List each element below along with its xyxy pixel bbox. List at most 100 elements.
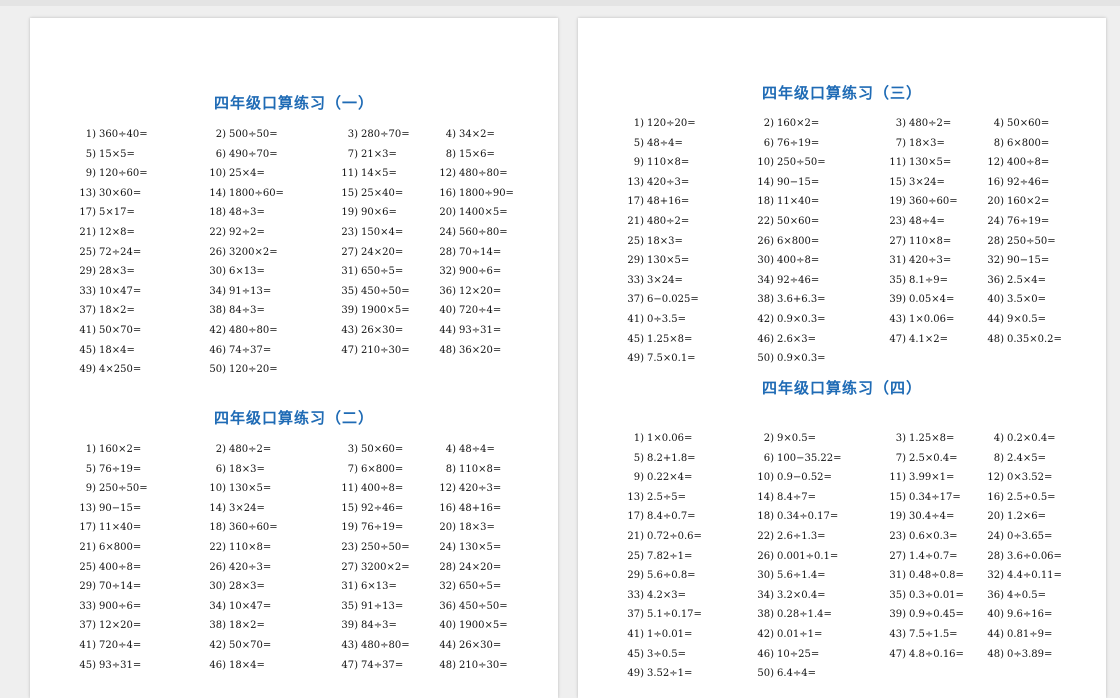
problem-item: 43) 1×0.06= [886, 310, 984, 330]
problem-expression: 6×800= [361, 463, 404, 475]
problem-number: 21) [627, 215, 644, 227]
problem-expression: 400÷8= [777, 255, 820, 267]
problem-number: 16) [439, 187, 456, 199]
problem-number: 41) [627, 628, 644, 640]
problem-item: 48) 36×20= [436, 341, 556, 361]
problem-item: 50) 6.4÷4= [754, 664, 886, 684]
problem-number: 21) [79, 226, 96, 238]
problem-number: 46) [209, 344, 226, 356]
problem-expression: 4÷0.5= [1007, 589, 1047, 601]
problem-item: 47) 4.1×2= [886, 330, 984, 350]
problem-item: 32) 4.4÷0.11= [984, 566, 1104, 586]
problem-expression: 18×3= [229, 463, 265, 475]
problem-expression: 6.4÷4= [777, 668, 817, 680]
problem-number: 40) [439, 305, 456, 317]
problem-expression: 7.82÷1= [647, 550, 693, 562]
problem-number: 20) [987, 511, 1004, 523]
section-title-2: 四年级口算练习（二） [213, 409, 374, 427]
problem-item: 29) 130×5= [624, 251, 754, 271]
problem-number: 2) [763, 118, 774, 129]
problem-expression: 76÷19= [777, 137, 820, 149]
problem-number: 40) [439, 620, 456, 632]
problem-number: 24) [439, 541, 456, 553]
problem-item: 24) 0÷3.65= [984, 527, 1104, 547]
problem-item: 35) 450÷50= [338, 282, 436, 302]
problem-expression: 2.5÷0.5= [1007, 491, 1056, 503]
problem-number: 9) [85, 168, 96, 180]
problem-number: 27) [341, 246, 358, 258]
problem-item: 25) 7.82÷1= [624, 547, 754, 567]
problem-item: 44) 93÷31= [436, 321, 556, 341]
problem-expression: 720÷4= [99, 639, 142, 651]
problem-item: 41) 0÷3.5= [624, 310, 754, 330]
problem-item: 43) 26×30= [338, 321, 436, 341]
problem-item: 13) 420÷3= [624, 173, 754, 193]
problem-number: 30) [209, 581, 226, 593]
problem-expression: 1.4÷0.7= [909, 550, 958, 562]
problem-number: 44) [987, 313, 1004, 325]
problem-item: 11) 130×5= [886, 153, 984, 173]
problem-item: 16) 48+16= [436, 499, 556, 519]
problem-number: 19) [341, 207, 358, 219]
problem-expression: 0×3.52= [1007, 472, 1053, 484]
problem-number: 27) [889, 235, 906, 247]
problem-item: 38) 0.28÷1.4= [754, 605, 886, 625]
problem-expression: 3×24= [909, 176, 945, 188]
problem-number: 1) [633, 118, 644, 129]
problem-item: 25) 400÷8= [76, 558, 206, 578]
problem-number: 46) [757, 333, 774, 345]
problem-expression: 250÷50= [1007, 235, 1056, 247]
problem-number: 31) [889, 255, 906, 267]
problem-expression: 3.5×0= [1007, 294, 1047, 306]
problem-number: 17) [627, 511, 644, 523]
problem-item: 31) 6×13= [338, 577, 436, 597]
problem-expression: 3.99×1= [909, 472, 955, 484]
problem-item: 10) 0.9−0.52= [754, 468, 886, 488]
problem-item: 2) 500÷50= [206, 125, 338, 145]
problem-item: 42) 480÷80= [206, 321, 338, 341]
problem-expression: 500÷50= [229, 129, 278, 140]
problem-expression: 420÷3= [459, 483, 502, 495]
problem-item: 43) 7.5÷1.5= [886, 625, 984, 645]
problem-item: 33) 900÷6= [76, 597, 206, 617]
problem-expression: 400÷8= [99, 561, 142, 573]
problem-item: 47) 210÷30= [338, 341, 436, 361]
problem-number: 26) [209, 246, 226, 258]
problem-expression: 84÷3= [361, 620, 397, 632]
problem-item: 18) 11×40= [754, 192, 886, 212]
problem-item: 42) 0.9×0.3= [754, 310, 886, 330]
problem-number: 19) [341, 522, 358, 534]
problem-number: 48) [439, 344, 456, 356]
problem-expression: 480÷2= [647, 215, 690, 227]
problem-expression: 2.6×3= [777, 333, 817, 345]
problem-item: 37) 6−0.025= [624, 290, 754, 310]
problem-item: 27) 24×20= [338, 243, 436, 263]
problem-number: 38) [757, 609, 774, 621]
problem-number: 49) [627, 353, 644, 365]
problem-item: 33) 4.2×3= [624, 586, 754, 606]
problem-expression: 0.28÷1.4= [777, 609, 832, 621]
problem-expression: 15×5= [99, 148, 135, 160]
problem-number: 47) [341, 659, 358, 671]
problem-number: 43) [341, 324, 358, 336]
problem-expression: 3÷0.5= [647, 648, 687, 660]
problem-item: 18) 0.34÷0.17= [754, 507, 886, 527]
problem-item: 46) 2.6×3= [754, 330, 886, 350]
problem-number: 22) [757, 215, 774, 227]
problem-number: 25) [627, 235, 644, 247]
problem-item: 8) 2.4×5= [984, 449, 1104, 469]
document-page-2: 四年级口算练习（三） 1) 120÷20= 2) 160×2= 3) 480÷2= 4) 50… [578, 18, 1106, 698]
problem-expression: 160×2= [777, 118, 820, 129]
problem-item: 33) 10×47= [76, 282, 206, 302]
problem-expression: 93÷31= [99, 659, 142, 671]
problem-number: 35) [341, 600, 358, 612]
problem-item: 10) 130×5= [206, 479, 338, 499]
problem-expression: 110×8= [909, 235, 952, 247]
problem-expression: 480÷80= [459, 168, 508, 180]
problem-number: 36) [987, 589, 1004, 601]
problem-number: 4) [445, 444, 456, 455]
problem-number: 49) [627, 668, 644, 680]
problem-item: 29) 28×3= [76, 262, 206, 282]
problem-number: 6) [215, 463, 226, 475]
problem-item: 9) 110×8= [624, 153, 754, 173]
